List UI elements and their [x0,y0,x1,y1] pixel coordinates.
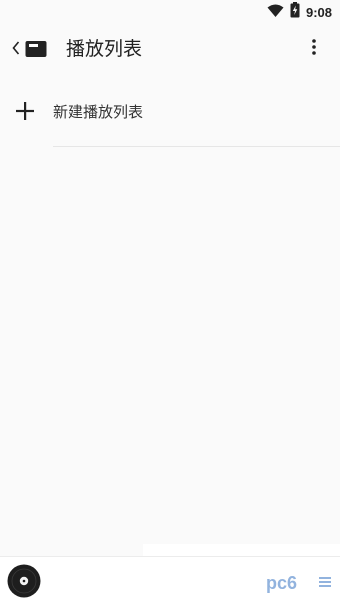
status-bar: 9:08 [0,0,340,24]
watermark-logo: pc6 [264,570,332,596]
new-playlist-label: 新建播放列表 [53,103,144,121]
more-vertical-icon [312,39,316,59]
back-button[interactable] [12,36,50,62]
now-playing-button[interactable] [7,564,41,598]
more-options-button[interactable] [302,36,326,62]
vinyl-disc-icon [7,564,41,602]
svg-text:pc6: pc6 [266,573,297,593]
status-indicators: 9:08 [267,2,332,22]
app-bar: 播放列表 [0,24,340,76]
status-time: 9:08 [305,4,332,20]
wifi-icon [267,3,284,22]
divider [53,146,340,147]
folder-icon [25,40,47,58]
battery-charging-icon [290,2,300,22]
new-playlist-item[interactable]: 新建播放列表 [0,86,340,138]
plus-icon [14,100,36,122]
watermark-lines-icon [318,574,332,593]
chevron-left-icon [12,40,20,59]
page-title: 播放列表 [66,38,143,60]
